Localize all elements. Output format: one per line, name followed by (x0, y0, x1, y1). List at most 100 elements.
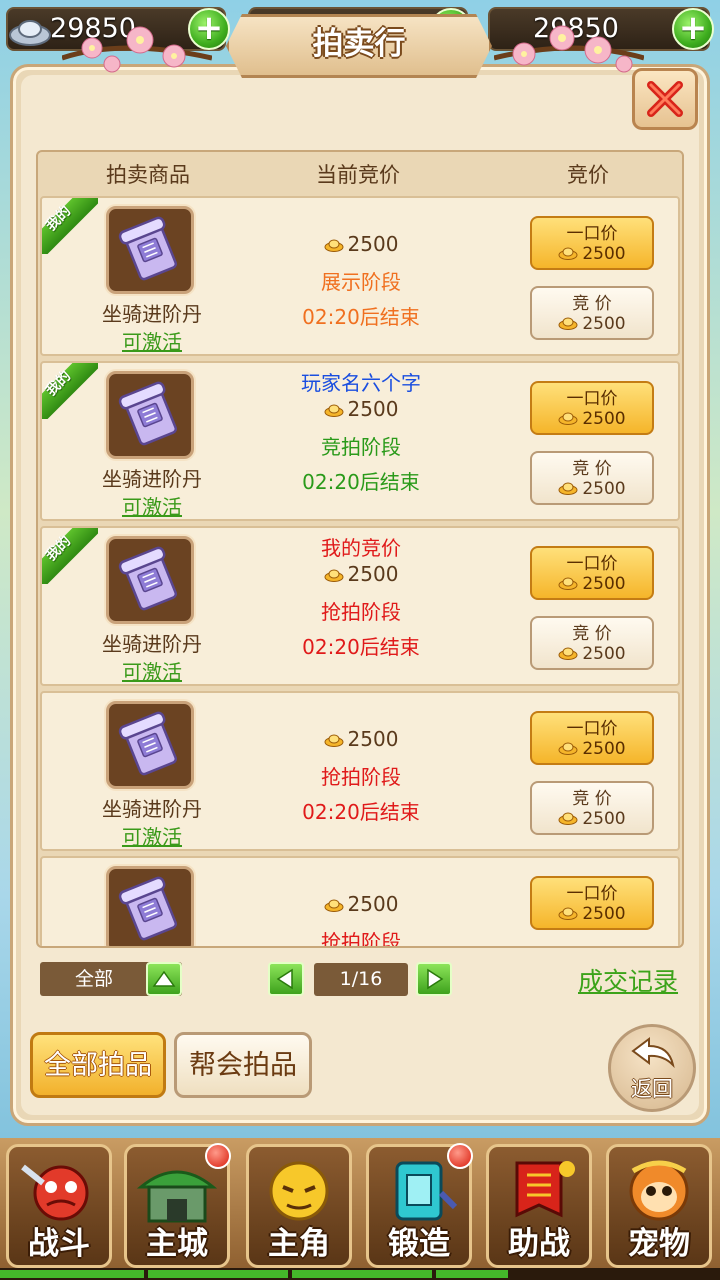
bid-price: 2500 (532, 644, 652, 664)
blossom-decoration-right (494, 25, 644, 73)
item-slot[interactable] (106, 206, 194, 294)
buy-now-price: 2500 (532, 409, 652, 429)
auction-stage: 展示阶段 (321, 270, 401, 294)
current-price-value: 2500 (347, 397, 399, 421)
close-button[interactable] (632, 68, 698, 130)
assist-icon (515, 1161, 575, 1218)
notification-dot (205, 1143, 231, 1169)
gold-ingot-icon (324, 734, 344, 747)
page-title: 拍卖行 (312, 26, 406, 62)
page-indicator: 1/16 (314, 963, 408, 996)
gold-ingot-icon (324, 239, 344, 252)
item-status-link[interactable]: 可激活 (82, 326, 222, 355)
current-price-value: 2500 (347, 727, 399, 751)
time-remaining: 02:20后结束 (302, 800, 420, 824)
bidder-name: 玩家名六个字 (301, 371, 421, 395)
buy-now-button[interactable]: 一口价 2500 (530, 711, 654, 765)
current-price-value: 2500 (347, 892, 399, 916)
item-slot[interactable] (106, 701, 194, 789)
buy-now-label: 一口价 (566, 554, 618, 574)
prev-page-button[interactable] (268, 962, 304, 996)
current-price: 2500 (238, 727, 484, 751)
item-status-link[interactable]: 可激活 (82, 491, 222, 520)
nav-item-label: 助战 (508, 1226, 570, 1262)
triangle-right-icon (427, 968, 444, 990)
mount-pill-icon (118, 381, 178, 446)
item-slot[interactable] (106, 536, 194, 624)
back-label: 返回 (631, 1077, 673, 1101)
nav-item-pet[interactable]: 宠物 (606, 1144, 712, 1268)
bid-price-value: 2500 (582, 314, 626, 334)
nav-item-label: 主城 (146, 1226, 208, 1262)
bidder-name: 我的竞价 (321, 536, 401, 560)
blossom-decoration-left (62, 26, 212, 73)
bid-button[interactable]: 竞 价 2500 (530, 616, 654, 670)
bid-price-value: 2500 (582, 644, 626, 664)
back-button[interactable]: 返回 (608, 1024, 696, 1112)
buy-now-label: 一口价 (566, 719, 618, 739)
buy-now-price: 2500 (532, 904, 652, 924)
tab-guild-items[interactable]: 帮会拍品 (174, 1032, 312, 1098)
tab-all-items[interactable]: 全部拍品 (30, 1032, 166, 1098)
bid-price: 2500 (532, 809, 652, 829)
item-slot[interactable] (106, 371, 194, 459)
nav-item-battle[interactable]: 战斗 (6, 1144, 112, 1268)
mine-tag-label: 我的 (43, 368, 75, 400)
header-bid: 竞价 (567, 163, 609, 187)
auction-row: 2500 抢拍阶段 一口价 2500 (40, 856, 680, 946)
buy-now-button[interactable]: 一口价 2500 (530, 546, 654, 600)
gold-ingot-icon (558, 482, 578, 495)
auction-stage: 竞拍阶段 (321, 435, 401, 459)
mount-pill-icon (118, 546, 178, 611)
mount-pill-icon (118, 876, 178, 941)
current-price: 2500 (238, 892, 484, 916)
time-remaining: 02:20后结束 (302, 470, 420, 494)
bid-price: 2500 (532, 314, 652, 334)
nav-bottom-strip (0, 1268, 720, 1280)
bid-button[interactable]: 竞 价 2500 (530, 781, 654, 835)
gold-ingot-icon (558, 412, 578, 425)
current-price-value: 2500 (347, 232, 399, 256)
current-price: 2500 (238, 397, 484, 421)
nav-item-main-city[interactable]: 主城 (124, 1143, 231, 1268)
current-price: 2500 (238, 562, 484, 586)
auction-list[interactable]: 拍卖商品 当前竞价 竞价 我的 坐骑进阶丹 可激活 2500 展示阶段 02:20后结束一… (36, 150, 684, 948)
notification-dot (447, 1143, 473, 1169)
item-name: 坐骑进阶丹 (102, 302, 202, 326)
bid-label: 竞 价 (572, 294, 612, 314)
gold-ingot-icon (324, 569, 344, 582)
item-status-link[interactable]: 可激活 (82, 656, 222, 685)
close-icon (647, 81, 683, 117)
time-remaining: 02:20后结束 (302, 635, 420, 659)
next-page-button[interactable] (416, 962, 452, 996)
auction-row: 坐骑进阶丹 可激活 2500 抢拍阶段 02:20后结束 一口价 2500 竞 价 2500 (40, 691, 680, 851)
buy-now-button[interactable]: 一口价 2500 (530, 216, 654, 270)
gold-ingot-icon (558, 907, 578, 920)
nav-item-hero[interactable]: 主角 (246, 1144, 352, 1268)
buy-now-button[interactable]: 一口价 2500 (530, 876, 654, 930)
auction-row: 我的 坐骑进阶丹 可激活 2500 展示阶段 02:20后结束 一口价 2500 竞 价 2500 (40, 196, 680, 356)
bid-button[interactable]: 竞 价 2500 (530, 451, 654, 505)
nav-item-forge[interactable]: 锻造 (366, 1143, 473, 1268)
buy-now-button[interactable]: 一口价 2500 (530, 381, 654, 435)
gold-ingot-icon (558, 247, 578, 260)
current-price-value: 2500 (347, 562, 399, 586)
nav-item-assist[interactable]: 助战 (486, 1144, 592, 1268)
transaction-records-link[interactable]: 成交记录 (578, 962, 678, 998)
mount-pill-icon (118, 216, 178, 281)
gold-ingot-icon (558, 647, 578, 660)
item-status-link[interactable]: 可激活 (82, 821, 222, 850)
back-arrow-icon (631, 1037, 675, 1069)
time-remaining: 02:20后结束 (302, 305, 420, 329)
filter-dropdown[interactable]: 全部 (40, 962, 182, 996)
item-slot[interactable] (106, 866, 194, 946)
item-name: 坐骑进阶丹 (102, 632, 202, 656)
auction-stage: 抢拍阶段 (321, 600, 401, 624)
triangle-left-icon (276, 968, 293, 990)
buy-now-price: 2500 (532, 739, 652, 759)
mine-tag-label: 我的 (43, 533, 75, 565)
bid-button[interactable]: 竞 价 2500 (530, 286, 654, 340)
add-third-button[interactable]: + (672, 8, 714, 50)
filter-dropdown-toggle[interactable] (146, 962, 182, 996)
pet-icon (629, 1160, 689, 1221)
